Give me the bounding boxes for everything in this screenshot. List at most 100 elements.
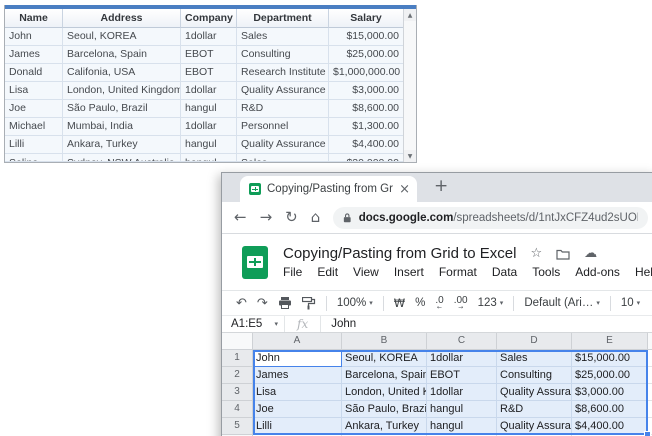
cell-company: hangul [181, 136, 237, 154]
menu-help[interactable]: Help [635, 265, 652, 279]
formula-input[interactable]: John [321, 316, 356, 332]
cell-a1[interactable]: John [253, 350, 342, 367]
cell-d3[interactable]: Quality Assurance [497, 384, 572, 401]
toolbar-divider [383, 296, 384, 311]
table-row[interactable]: Joe São Paulo, Brazil hangul R&D $8,600.… [5, 100, 403, 118]
cell-a4[interactable]: Joe [253, 401, 342, 418]
redo-icon[interactable]: ↷ [257, 297, 268, 310]
cell-b5[interactable]: Ankara, Turkey [342, 418, 427, 435]
cell-f1[interactable] [648, 350, 652, 367]
print-icon[interactable] [278, 297, 292, 309]
menu-tools[interactable]: Tools [532, 265, 560, 279]
grid-vertical-scrollbar[interactable]: ▲ ▼ [403, 9, 416, 162]
cell-c4[interactable]: hangul [427, 401, 497, 418]
col-header-e[interactable]: E [572, 333, 648, 350]
col-header-b[interactable]: B [342, 333, 427, 350]
col-header-c[interactable]: C [427, 333, 497, 350]
document-title[interactable]: Copying/Pasting from Grid to Excel [283, 245, 516, 262]
col-header-a[interactable]: A [253, 333, 342, 350]
grid-header-company[interactable]: Company [181, 9, 237, 28]
cell-f3[interactable] [648, 384, 652, 401]
tab-close-icon[interactable]: × [399, 183, 410, 196]
browser-navbar: ← → ↻ ⌂ docs.google.com/spreadsheets/d/1… [222, 202, 652, 234]
table-row[interactable]: Donald Califonia, USA EBOT Research Inst… [5, 64, 403, 82]
grid-header-salary[interactable]: Salary [329, 9, 403, 28]
name-box[interactable]: A1:E5 ▾ [222, 316, 284, 332]
row-header-5[interactable]: 5 [222, 418, 253, 435]
table-row-partial[interactable]: Selina Sydney, NSW Australia hangul Sale… [5, 154, 403, 162]
increase-decimal-button[interactable]: .00→ [454, 296, 468, 311]
menu-edit[interactable]: Edit [317, 265, 338, 279]
cell-c5[interactable]: hangul [427, 418, 497, 435]
cell-e4[interactable]: $8,600.00 [572, 401, 648, 418]
row-header-1[interactable]: 1 [222, 350, 253, 367]
decrease-decimal-button[interactable]: .0← [435, 296, 443, 311]
menu-view[interactable]: View [353, 265, 379, 279]
move-folder-icon[interactable] [556, 248, 570, 260]
cell-c3[interactable]: 1dollar [427, 384, 497, 401]
table-row[interactable]: Lilli Ankara, Turkey hangul Quality Assu… [5, 136, 403, 154]
cloud-status-icon[interactable]: ☁ [584, 247, 597, 260]
cell-e3[interactable]: $3,000.00 [572, 384, 648, 401]
cell-b4[interactable]: São Paulo, Brazil [342, 401, 427, 418]
scroll-up-arrow-icon[interactable]: ▲ [404, 9, 416, 21]
col-header-partial[interactable] [648, 333, 652, 350]
row-header-4[interactable]: 4 [222, 401, 253, 418]
table-row[interactable]: John Seoul, KOREA 1dollar Sales $15,000.… [5, 28, 403, 46]
cell-salary: $3,000.00 [329, 82, 403, 100]
cell-a2[interactable]: James [253, 367, 342, 384]
star-icon[interactable]: ☆ [530, 247, 542, 260]
grid-header-department[interactable]: Department [237, 9, 329, 28]
font-size-select[interactable]: 10▾ [621, 297, 640, 309]
percent-format-button[interactable]: % [415, 297, 425, 309]
new-tab-button[interactable]: + [434, 176, 448, 196]
cell-e2[interactable]: $25,000.00 [572, 367, 648, 384]
cell-e5[interactable]: $4,400.00 [572, 418, 648, 435]
undo-icon[interactable]: ↶ [236, 297, 247, 310]
grid-header-name[interactable]: Name [5, 9, 63, 28]
browser-tab[interactable]: Copying/Pasting from Grid to E × [240, 176, 417, 202]
row-header-3[interactable]: 3 [222, 384, 253, 401]
fill-handle[interactable] [644, 431, 651, 436]
cell-d1[interactable]: Sales [497, 350, 572, 367]
cell-f4[interactable] [648, 401, 652, 418]
cell-d4[interactable]: R&D [497, 401, 572, 418]
cell-d2[interactable]: Consulting [497, 367, 572, 384]
cell-b2[interactable]: Barcelona, Spain [342, 367, 427, 384]
col-header-d[interactable]: D [497, 333, 572, 350]
row-header-2[interactable]: 2 [222, 367, 253, 384]
menu-format[interactable]: Format [439, 265, 477, 279]
cell-e1[interactable]: $15,000.00 [572, 350, 648, 367]
table-row[interactable]: James Barcelona, Spain EBOT Consulting $… [5, 46, 403, 64]
cell-company: 1dollar [181, 118, 237, 136]
reload-icon[interactable]: ↻ [285, 210, 298, 225]
address-bar[interactable]: docs.google.com/spreadsheets/d/1ntJxCFZ4… [333, 207, 648, 229]
select-all-corner[interactable] [222, 333, 253, 350]
menu-insert[interactable]: Insert [394, 265, 424, 279]
cell-a5[interactable]: Lilli [253, 418, 342, 435]
table-row[interactable]: Lisa London, United Kingdom 1dollar Qual… [5, 82, 403, 100]
more-formats-button[interactable]: 123▾ [478, 297, 504, 309]
grid-header-address[interactable]: Address [63, 9, 181, 28]
cell-b1[interactable]: Seoul, KOREA [342, 350, 427, 367]
cell-company: EBOT [181, 46, 237, 64]
cell-f2[interactable] [648, 367, 652, 384]
cell-c2[interactable]: EBOT [427, 367, 497, 384]
back-icon[interactable]: ← [234, 210, 247, 225]
cell-b3[interactable]: London, United Kingdom [342, 384, 427, 401]
currency-format-button[interactable]: ₩ [394, 296, 405, 310]
cell-a3[interactable]: Lisa [253, 384, 342, 401]
menu-addons[interactable]: Add-ons [575, 265, 620, 279]
forward-icon[interactable]: → [260, 210, 273, 225]
cell-d5[interactable]: Quality Assurance [497, 418, 572, 435]
menu-data[interactable]: Data [492, 265, 517, 279]
zoom-select[interactable]: 100%▾ [337, 297, 373, 309]
cell-c1[interactable]: 1dollar [427, 350, 497, 367]
font-select[interactable]: Default (Ari…▾ [524, 297, 600, 309]
home-icon[interactable]: ⌂ [311, 210, 321, 225]
right-arrow-icon: → [458, 305, 463, 311]
table-row[interactable]: Michael Mumbai, India 1dollar Personnel … [5, 118, 403, 136]
menu-file[interactable]: File [283, 265, 302, 279]
scroll-down-arrow-icon[interactable]: ▼ [404, 150, 416, 162]
paint-format-icon[interactable] [302, 297, 316, 310]
